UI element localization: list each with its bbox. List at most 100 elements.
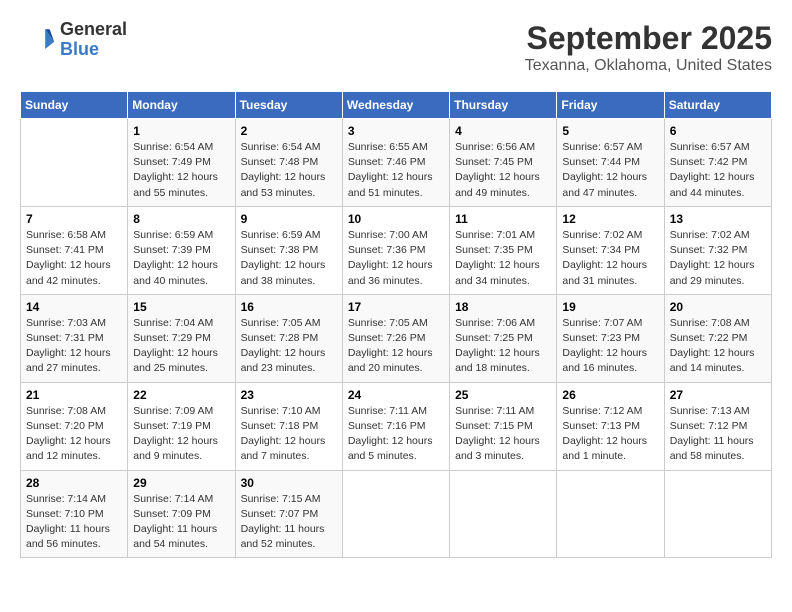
calendar-cell: 20 Sunrise: 7:08 AM Sunset: 7:22 PM Dayli… [664, 294, 771, 382]
day-info: Sunrise: 7:02 AM Sunset: 7:34 PM Dayligh… [562, 228, 658, 289]
calendar-cell [21, 119, 128, 207]
calendar-cell: 22Sunrise: 7:09 AM Sunset: 7:19 PM Dayli… [128, 382, 235, 470]
page-title: September 2025 [525, 20, 772, 57]
calendar-cell: 19 Sunrise: 7:07 AM Sunset: 7:23 PM Dayli… [557, 294, 664, 382]
day-number: 24 [348, 388, 444, 402]
calendar-header-sunday: Sunday [21, 92, 128, 119]
day-number: 21 [26, 388, 122, 402]
calendar-cell: 9 Sunrise: 6:59 AM Sunset: 7:38 PM Daylig… [235, 206, 342, 294]
calendar-header-thursday: Thursday [450, 92, 557, 119]
day-info: Sunrise: 7:15 AM Sunset: 7:07 PM Dayligh… [241, 492, 337, 553]
calendar-header-wednesday: Wednesday [342, 92, 449, 119]
day-info: Sunrise: 6:54 AM Sunset: 7:49 PM Dayligh… [133, 140, 229, 201]
day-number: 13 [670, 212, 766, 226]
day-info: Sunrise: 7:07 AM Sunset: 7:23 PM Dayligh… [562, 316, 658, 377]
day-number: 5 [562, 124, 658, 138]
day-info: Sunrise: 7:05 AM Sunset: 7:26 PM Dayligh… [348, 316, 444, 377]
day-number: 22 [133, 388, 229, 402]
day-number: 27 [670, 388, 766, 402]
logo: General Blue [20, 20, 127, 60]
day-number: 9 [241, 212, 337, 226]
calendar-cell: 10Sunrise: 7:00 AM Sunset: 7:36 PM Dayli… [342, 206, 449, 294]
day-number: 26 [562, 388, 658, 402]
calendar-cell: 16Sunrise: 7:05 AM Sunset: 7:28 PM Dayli… [235, 294, 342, 382]
day-number: 19 [562, 300, 658, 314]
calendar-cell: 6 Sunrise: 6:57 AM Sunset: 7:42 PM Daylig… [664, 119, 771, 207]
day-info: Sunrise: 7:02 AM Sunset: 7:32 PM Dayligh… [670, 228, 766, 289]
calendar-header-monday: Monday [128, 92, 235, 119]
calendar-cell: 5 Sunrise: 6:57 AM Sunset: 7:44 PM Daylig… [557, 119, 664, 207]
day-number: 29 [133, 476, 229, 490]
day-number: 6 [670, 124, 766, 138]
calendar-header-saturday: Saturday [664, 92, 771, 119]
day-number: 28 [26, 476, 122, 490]
day-info: Sunrise: 7:08 AM Sunset: 7:20 PM Dayligh… [26, 404, 122, 465]
calendar-cell: 7 Sunrise: 6:58 AM Sunset: 7:41 PM Daylig… [21, 206, 128, 294]
calendar-header-tuesday: Tuesday [235, 92, 342, 119]
day-number: 11 [455, 212, 551, 226]
day-number: 8 [133, 212, 229, 226]
day-info: Sunrise: 7:06 AM Sunset: 7:25 PM Dayligh… [455, 316, 551, 377]
calendar-cell: 1 Sunrise: 6:54 AM Sunset: 7:49 PM Daylig… [128, 119, 235, 207]
day-info: Sunrise: 7:10 AM Sunset: 7:18 PM Dayligh… [241, 404, 337, 465]
day-info: Sunrise: 6:56 AM Sunset: 7:45 PM Dayligh… [455, 140, 551, 201]
day-number: 2 [241, 124, 337, 138]
calendar-table: SundayMondayTuesdayWednesdayThursdayFrid… [20, 91, 772, 558]
day-info: Sunrise: 7:05 AM Sunset: 7:28 PM Dayligh… [241, 316, 337, 377]
day-info: Sunrise: 7:12 AM Sunset: 7:13 PM Dayligh… [562, 404, 658, 465]
title-block: September 2025 Texanna, Oklahoma, United… [525, 20, 772, 75]
calendar-week-row: 7 Sunrise: 6:58 AM Sunset: 7:41 PM Daylig… [21, 206, 772, 294]
calendar-cell: 8 Sunrise: 6:59 AM Sunset: 7:39 PM Daylig… [128, 206, 235, 294]
logo-line2: Blue [60, 40, 127, 60]
logo-icon [20, 22, 56, 58]
page-header: General Blue September 2025 Texanna, Okl… [20, 20, 772, 75]
day-info: Sunrise: 6:59 AM Sunset: 7:39 PM Dayligh… [133, 228, 229, 289]
calendar-week-row: 14Sunrise: 7:03 AM Sunset: 7:31 PM Dayli… [21, 294, 772, 382]
day-number: 30 [241, 476, 337, 490]
day-number: 20 [670, 300, 766, 314]
calendar-cell: 11Sunrise: 7:01 AM Sunset: 7:35 PM Dayli… [450, 206, 557, 294]
calendar-cell [342, 470, 449, 558]
day-info: Sunrise: 6:55 AM Sunset: 7:46 PM Dayligh… [348, 140, 444, 201]
calendar-cell: 2 Sunrise: 6:54 AM Sunset: 7:48 PM Daylig… [235, 119, 342, 207]
calendar-cell: 21 Sunrise: 7:08 AM Sunset: 7:20 PM Dayli… [21, 382, 128, 470]
day-info: Sunrise: 7:14 AM Sunset: 7:09 PM Dayligh… [133, 492, 229, 553]
day-number: 12 [562, 212, 658, 226]
day-info: Sunrise: 6:54 AM Sunset: 7:48 PM Dayligh… [241, 140, 337, 201]
day-number: 23 [241, 388, 337, 402]
day-info: Sunrise: 7:11 AM Sunset: 7:16 PM Dayligh… [348, 404, 444, 465]
day-number: 4 [455, 124, 551, 138]
calendar-cell: 30 Sunrise: 7:15 AM Sunset: 7:07 PM Dayli… [235, 470, 342, 558]
calendar-cell: 4 Sunrise: 6:56 AM Sunset: 7:45 PM Daylig… [450, 119, 557, 207]
calendar-cell: 18 Sunrise: 7:06 AM Sunset: 7:25 PM Dayli… [450, 294, 557, 382]
day-info: Sunrise: 6:57 AM Sunset: 7:42 PM Dayligh… [670, 140, 766, 201]
day-info: Sunrise: 6:57 AM Sunset: 7:44 PM Dayligh… [562, 140, 658, 201]
calendar-cell: 25 Sunrise: 7:11 AM Sunset: 7:15 PM Dayli… [450, 382, 557, 470]
day-number: 25 [455, 388, 551, 402]
calendar-week-row: 1 Sunrise: 6:54 AM Sunset: 7:49 PM Daylig… [21, 119, 772, 207]
day-number: 15 [133, 300, 229, 314]
day-info: Sunrise: 6:58 AM Sunset: 7:41 PM Dayligh… [26, 228, 122, 289]
page-subtitle: Texanna, Oklahoma, United States [525, 57, 772, 75]
day-info: Sunrise: 7:11 AM Sunset: 7:15 PM Dayligh… [455, 404, 551, 465]
day-number: 3 [348, 124, 444, 138]
calendar-week-row: 28Sunrise: 7:14 AM Sunset: 7:10 PM Dayli… [21, 470, 772, 558]
day-number: 18 [455, 300, 551, 314]
calendar-cell [450, 470, 557, 558]
day-number: 7 [26, 212, 122, 226]
calendar-cell [664, 470, 771, 558]
calendar-header-row: SundayMondayTuesdayWednesdayThursdayFrid… [21, 92, 772, 119]
calendar-cell: 12 Sunrise: 7:02 AM Sunset: 7:34 PM Dayli… [557, 206, 664, 294]
calendar-cell: 28Sunrise: 7:14 AM Sunset: 7:10 PM Dayli… [21, 470, 128, 558]
calendar-cell: 29 Sunrise: 7:14 AM Sunset: 7:09 PM Dayli… [128, 470, 235, 558]
calendar-cell: 26 Sunrise: 7:12 AM Sunset: 7:13 PM Dayli… [557, 382, 664, 470]
day-info: Sunrise: 7:04 AM Sunset: 7:29 PM Dayligh… [133, 316, 229, 377]
logo-text: General Blue [60, 20, 127, 60]
day-number: 1 [133, 124, 229, 138]
calendar-cell: 27Sunrise: 7:13 AM Sunset: 7:12 PM Dayli… [664, 382, 771, 470]
day-number: 17 [348, 300, 444, 314]
day-info: Sunrise: 7:08 AM Sunset: 7:22 PM Dayligh… [670, 316, 766, 377]
day-info: Sunrise: 6:59 AM Sunset: 7:38 PM Dayligh… [241, 228, 337, 289]
day-info: Sunrise: 7:00 AM Sunset: 7:36 PM Dayligh… [348, 228, 444, 289]
calendar-cell: 13 Sunrise: 7:02 AM Sunset: 7:32 PM Dayli… [664, 206, 771, 294]
